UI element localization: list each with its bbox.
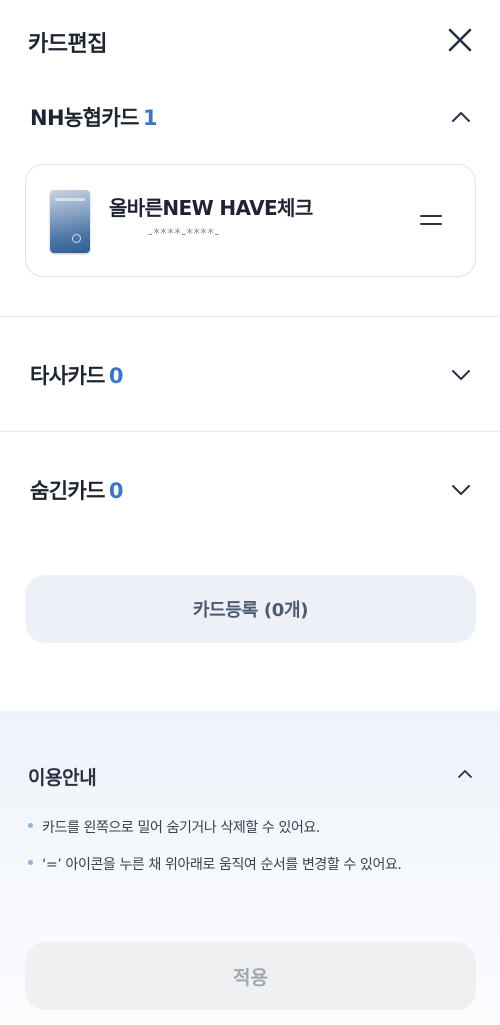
drag-handle-icon — [420, 215, 442, 225]
section-name: NH농협카드 — [30, 106, 139, 130]
chevron-up-icon — [458, 770, 472, 778]
guide-item: 카드를 왼쪽으로 밀어 숨기거나 삭제할 수 있어요. — [28, 817, 320, 837]
section-header-hidden[interactable]: 숨긴카드 0 — [0, 459, 500, 519]
section-header-nh[interactable]: NH농협카드 1 — [0, 86, 500, 146]
bullet-icon — [28, 822, 33, 828]
header: 카드편집 — [0, 0, 500, 80]
bullet-icon — [28, 859, 33, 865]
close-icon — [448, 28, 472, 52]
chevron-down-icon — [452, 485, 470, 495]
guide-item-text: 카드를 왼쪽으로 밀어 숨기거나 삭제할 수 있어요. — [42, 820, 320, 836]
page-title: 카드편집 — [28, 32, 107, 57]
section-header-other[interactable]: 타사카드 0 — [0, 344, 500, 404]
section-count: 0 — [108, 479, 124, 503]
register-card-button[interactable]: 카드등록 (0개) — [25, 575, 476, 643]
section-title: 타사카드 0 — [30, 360, 124, 390]
section-name: 타사카드 — [30, 364, 105, 388]
section-title: NH농협카드 1 — [30, 102, 157, 132]
guide-title: 이용안내 — [28, 767, 97, 789]
chevron-up-icon — [452, 112, 470, 122]
section-count: 1 — [142, 106, 158, 130]
section-title: 숨긴카드 0 — [30, 475, 124, 505]
card-edit-screen: 카드편집 NH농협카드1 올바른NEW HAVE체크 -****-****- — [0, 0, 500, 1025]
chevron-down-icon — [452, 370, 470, 380]
guide-toggle[interactable] — [452, 761, 478, 787]
divider — [0, 431, 500, 432]
drag-handle[interactable] — [416, 205, 446, 235]
card-stripe — [55, 198, 85, 201]
apply-button[interactable]: 적용 — [25, 942, 476, 1010]
card-image — [50, 190, 90, 253]
section-name: 숨긴카드 — [30, 479, 105, 503]
close-button[interactable] — [440, 20, 480, 60]
section-count: 0 — [108, 364, 124, 388]
guide-item: ‘=’ 아이콘을 누른 채 위아래로 움직여 순서를 변경할 수 있어요. — [28, 854, 402, 874]
card-number: -****-****- — [148, 227, 220, 242]
card-item[interactable]: 올바른NEW HAVE체크 -****-****- — [25, 164, 476, 277]
divider — [0, 316, 500, 317]
guide-item-text: ‘=’ 아이콘을 누른 채 위아래로 움직여 순서를 변경할 수 있어요. — [42, 857, 402, 873]
card-name: 올바른NEW HAVE체크 — [109, 196, 313, 220]
card-logo-mark — [72, 234, 81, 243]
